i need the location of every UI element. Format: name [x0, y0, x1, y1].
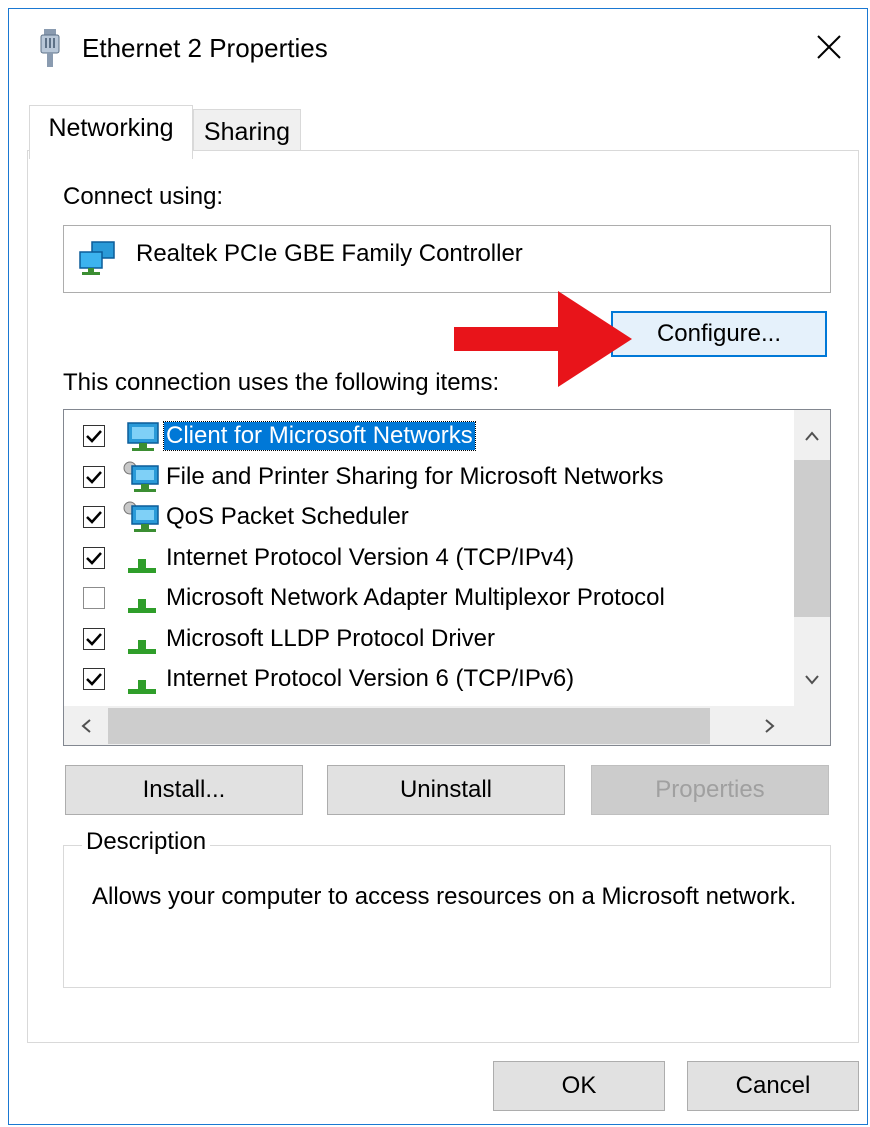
install-button[interactable]: Install... [65, 765, 303, 815]
item-label: QoS Packet Scheduler [166, 503, 409, 530]
checkmark-icon [86, 470, 102, 484]
network-adapter-icon [79, 241, 115, 275]
item-label: Internet Protocol Version 4 (TCP/IPv4) [166, 543, 575, 571]
scroll-down-button[interactable] [794, 662, 830, 698]
vertical-scroll-thumb[interactable] [794, 460, 830, 617]
service-network-icon [122, 460, 162, 494]
service-network-icon [122, 500, 162, 534]
ok-button[interactable]: OK [493, 1061, 665, 1111]
item-checkbox[interactable] [83, 425, 105, 447]
red-arrow-annotation [454, 291, 632, 387]
item-checkbox[interactable] [83, 668, 105, 690]
protocol-icon [122, 662, 162, 696]
chevron-down-icon [805, 675, 819, 685]
description-group: Description Allows your computer to acce… [63, 828, 831, 988]
checkmark-icon [86, 632, 102, 646]
client-network-icon [122, 419, 162, 453]
list-item[interactable]: QoS Packet Scheduler [64, 497, 784, 537]
item-checkbox[interactable] [83, 546, 105, 569]
chevron-left-icon [81, 719, 91, 733]
list-item[interactable]: Microsoft Network Adapter Multiplexor Pr… [64, 578, 784, 618]
protocol-icon [122, 581, 162, 615]
close-icon [817, 35, 841, 59]
configure-button-label: Configure... [656, 320, 782, 347]
network-adapter-icon [40, 29, 60, 67]
item-checkbox[interactable] [83, 587, 105, 609]
properties-dialog: Ethernet 2 Properties Networking Sharing… [8, 8, 868, 1125]
properties-button-label: Properties [655, 776, 765, 803]
uninstall-button-label: Uninstall [399, 776, 493, 803]
item-checkbox[interactable] [83, 506, 105, 528]
properties-button[interactable]: Properties [591, 765, 829, 815]
adapter-name: Realtek PCIe GBE Family Controller [136, 240, 523, 267]
item-label: Microsoft Network Adapter Multiplexor Pr… [166, 584, 665, 611]
uninstall-button[interactable]: Uninstall [327, 765, 565, 815]
vertical-scrollbar[interactable] [794, 410, 830, 706]
install-button-label: Install... [142, 776, 226, 803]
chevron-up-icon [805, 431, 819, 441]
list-item[interactable]: Microsoft LLDP Protocol Driver [64, 619, 784, 659]
description-text: Allows your computer to access resources… [92, 883, 797, 910]
close-button[interactable] [791, 9, 867, 85]
item-checkbox[interactable] [83, 465, 105, 488]
item-label: Microsoft LLDP Protocol Driver [166, 624, 495, 652]
scroll-right-button[interactable] [752, 708, 788, 744]
checkmark-icon [86, 673, 102, 686]
checkmark-icon [86, 430, 102, 443]
description-title: Description [82, 828, 211, 856]
protocol-icon [122, 622, 162, 656]
cancel-button-label: Cancel [735, 1072, 811, 1099]
window-title: Ethernet 2 Properties [82, 33, 328, 63]
item-checkbox[interactable] [83, 627, 105, 650]
connect-using-label: Connect using: [63, 183, 224, 210]
scroll-left-button[interactable] [68, 708, 104, 744]
checkmark-icon [86, 551, 102, 565]
list-item[interactable]: Internet Protocol Version 6 (TCP/IPv6) [64, 659, 784, 699]
tab-sharing[interactable]: Sharing [193, 109, 301, 155]
item-label: Client for Microsoft Networks [163, 421, 476, 451]
horizontal-scrollbar[interactable] [64, 706, 830, 745]
chevron-right-icon [765, 719, 775, 733]
item-label: Internet Protocol Version 6 (TCP/IPv6) [166, 665, 575, 692]
tab-networking[interactable]: Networking [29, 105, 193, 159]
cancel-button[interactable]: Cancel [687, 1061, 859, 1111]
list-item[interactable]: Internet Protocol Version 4 (TCP/IPv4) [64, 538, 784, 578]
title-bar[interactable]: Ethernet 2 Properties [9, 9, 867, 85]
items-list[interactable]: Client for Microsoft Networks File and Pr… [63, 409, 831, 746]
list-item[interactable]: Client for Microsoft Networks [64, 416, 784, 456]
scroll-up-button[interactable] [794, 418, 830, 454]
item-label: File and Printer Sharing for Microsoft N… [166, 462, 664, 490]
list-item[interactable]: File and Printer Sharing for Microsoft N… [64, 457, 784, 497]
horizontal-scroll-thumb[interactable] [108, 708, 710, 744]
ok-button-label: OK [561, 1072, 597, 1099]
configure-button[interactable]: Configure... [611, 311, 827, 357]
protocol-icon [122, 541, 162, 575]
checkmark-icon [86, 511, 102, 524]
adapter-device-box: Realtek PCIe GBE Family Controller [63, 225, 831, 293]
items-label: This connection uses the following items… [63, 369, 500, 396]
